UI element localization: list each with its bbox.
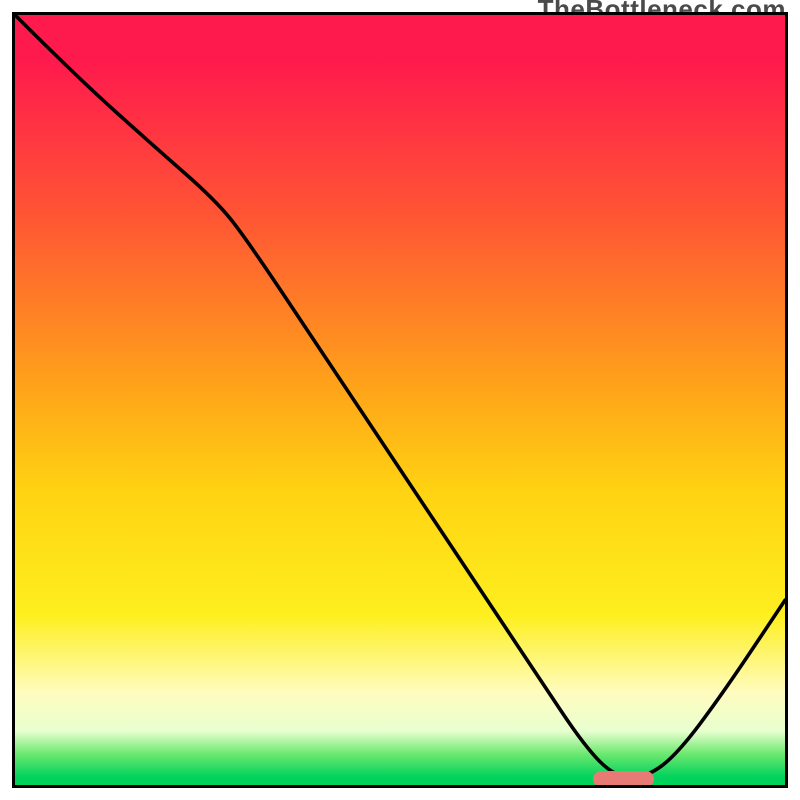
bottleneck-chart: TheBottleneck.com <box>0 0 800 800</box>
optimal-range-marker <box>593 771 655 787</box>
plot-area <box>12 12 788 788</box>
bottleneck-curve <box>15 15 785 785</box>
curve-path <box>15 15 785 777</box>
